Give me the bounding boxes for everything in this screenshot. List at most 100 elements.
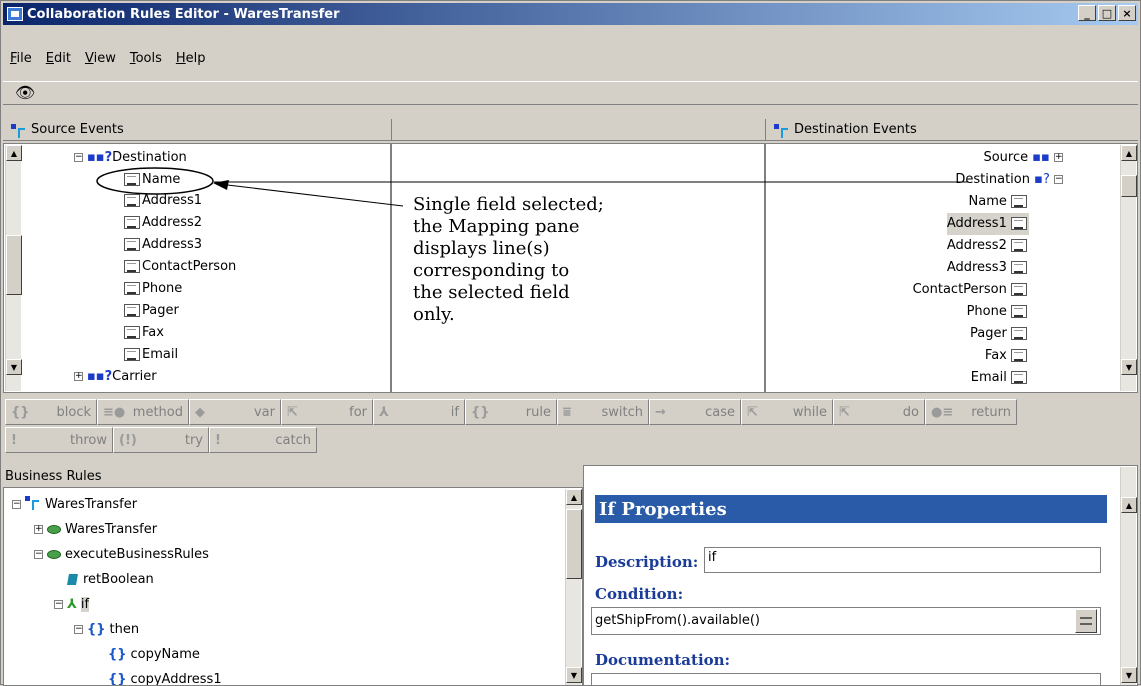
statement-toolbar: {} block ≡● method ◆ var ⇱ for ⅄ if {} rule ⩸ s… [3, 395, 1138, 457]
documentation-label: Documentation: [595, 651, 731, 669]
catch-button[interactable]: ! catch [209, 427, 317, 453]
annotation-line: the selected field [413, 282, 570, 303]
callout-arrow-line [218, 183, 404, 207]
catch-icon: ! [215, 432, 221, 448]
throw-icon: ! [11, 432, 17, 448]
annotation-line: Single field selected; [413, 194, 604, 215]
return-icon: ●≡ [931, 404, 954, 420]
rule-item-copyname[interactable]: {} copyName [108, 644, 200, 666]
annotation-line: only. [413, 304, 455, 325]
button-label: throw [70, 432, 107, 448]
button-label: switch [601, 404, 643, 420]
rule-item-then[interactable]: −{} then [74, 619, 139, 641]
button-label: do [902, 404, 919, 420]
scroll-up-button[interactable]: ▲ [566, 489, 582, 505]
rule-icon: {} [108, 672, 127, 686]
button-label: method [132, 404, 183, 420]
condition-label: Condition: [595, 585, 684, 603]
throw-button[interactable]: ! throw [5, 427, 113, 453]
tree-item-label: executeBusinessRules [65, 547, 209, 562]
business-rules-header: Business Rules [3, 465, 583, 487]
switch-button[interactable]: ⩸ switch [557, 399, 649, 425]
while-button[interactable]: ⇱ while [741, 399, 833, 425]
do-button[interactable]: ⇱ do [833, 399, 925, 425]
tree-item-label: copyName [130, 647, 200, 662]
method-icon [47, 550, 61, 559]
tree-item-label: WaresTransfer [45, 497, 138, 512]
button-label: rule [525, 404, 551, 420]
variable-icon [67, 574, 78, 585]
scroll-down-button[interactable]: ▼ [1121, 667, 1137, 683]
method-icon: ≡● [103, 404, 126, 420]
properties-title: If Properties [595, 495, 1107, 523]
description-field[interactable]: if [704, 547, 1101, 573]
expand-icon[interactable]: + [34, 525, 43, 534]
for-icon: ⇱ [287, 404, 298, 420]
var-icon: ◆ [195, 404, 205, 420]
rule-button[interactable]: {} rule [465, 399, 557, 425]
rule-icon: {} [471, 404, 490, 420]
app-window: Collaboration Rules Editor - WaresTransf… [0, 0, 1141, 686]
method-button[interactable]: ≡● method [97, 399, 189, 425]
annotation-line: the Mapping pane [413, 216, 580, 237]
if-icon: ⅄ [379, 404, 389, 420]
for-button[interactable]: ⇱ for [281, 399, 373, 425]
tree-item-label: then [109, 622, 140, 637]
description-label: Description: [595, 553, 699, 571]
block-icon: {} [87, 622, 106, 637]
block-button[interactable]: {} block [5, 399, 97, 425]
business-rules-pane[interactable]: − WaresTransfer + WaresTransfer − executeBu… [3, 487, 583, 686]
annotation-line: corresponding to [413, 260, 570, 281]
tree-item-label: copyAddress1 [130, 672, 222, 686]
case-button[interactable]: → case [649, 399, 741, 425]
method-icon [47, 525, 61, 534]
tree-item-label: WaresTransfer [65, 522, 158, 537]
button-label: return [971, 404, 1011, 420]
return-button[interactable]: ●≡ return [925, 399, 1017, 425]
block-icon: {} [11, 404, 30, 420]
rule-item-retboolean[interactable]: retBoolean [67, 569, 154, 591]
rules-scrollbar[interactable]: ▲ ▼ [565, 489, 582, 685]
rule-item-warestransfer-root[interactable]: − WaresTransfer [12, 494, 137, 516]
scroll-thumb[interactable] [566, 509, 582, 579]
var-button[interactable]: ◆ var [189, 399, 281, 425]
try-button[interactable]: (!) try [113, 427, 209, 453]
condition-field[interactable]: getShipFrom().available() [591, 607, 1101, 635]
rule-icon: {} [108, 647, 127, 662]
do-icon: ⇱ [839, 404, 850, 420]
annotation-line: displays line(s) [413, 238, 550, 259]
rule-item-warestransfer[interactable]: + WaresTransfer [34, 519, 157, 541]
button-label: var [253, 404, 275, 420]
scroll-down-button[interactable]: ▼ [566, 667, 582, 683]
annotation-callout: Single field selected; the Mapping pane … [413, 194, 683, 326]
selection-highlight-ellipse [96, 167, 214, 195]
business-rules-title: Business Rules [5, 468, 102, 484]
if-button[interactable]: ⅄ if [373, 399, 465, 425]
rule-item-if[interactable]: − ⅄ if [54, 594, 90, 616]
button-label: while [792, 404, 827, 420]
while-icon: ⇱ [747, 404, 758, 420]
condition-editor-button[interactable] [1075, 609, 1097, 633]
button-label: try [184, 432, 203, 448]
switch-icon: ⩸ [563, 404, 571, 420]
collapse-icon[interactable]: − [34, 550, 43, 559]
scroll-up-button[interactable]: ▲ [1121, 497, 1137, 513]
case-icon: → [655, 404, 666, 420]
collapse-icon[interactable]: − [12, 500, 21, 509]
rule-item-copyaddress1[interactable]: {} copyAddress1 [108, 669, 222, 686]
collapse-icon[interactable]: − [74, 625, 83, 634]
rule-item-executebusinessrules[interactable]: − executeBusinessRules [34, 544, 209, 566]
properties-scrollbar[interactable]: ▲ ▼ [1120, 467, 1137, 685]
button-label: block [56, 404, 92, 420]
if-icon: ⅄ [67, 597, 77, 612]
collapse-icon[interactable]: − [54, 600, 63, 609]
documentation-field[interactable] [591, 673, 1101, 686]
button-label: if [450, 404, 459, 420]
try-icon: (!) [119, 432, 137, 448]
tree-icon [25, 496, 39, 510]
button-label: case [705, 404, 735, 420]
tree-item-label: retBoolean [83, 572, 154, 587]
tree-item-label: if [80, 597, 90, 612]
button-label: catch [275, 432, 311, 448]
button-label: for [349, 404, 367, 420]
